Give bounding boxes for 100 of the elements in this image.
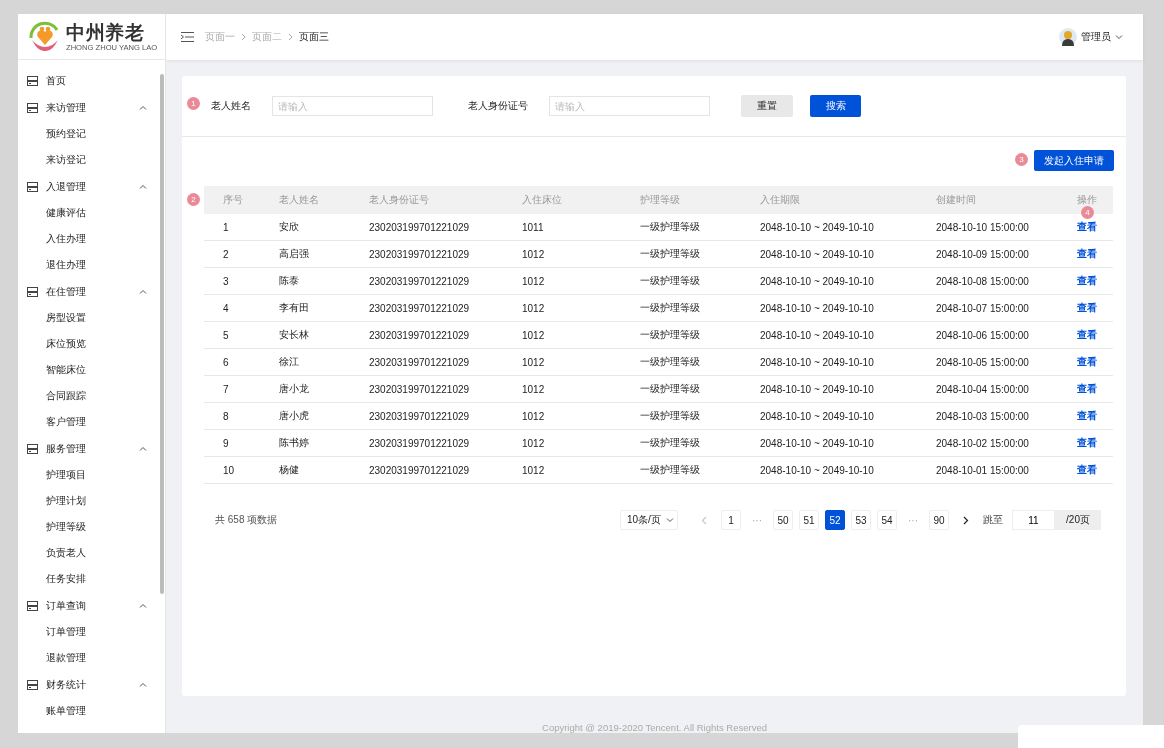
avatar-icon xyxy=(1059,28,1077,46)
sidebar-subitem[interactable]: 合同跟踪 xyxy=(18,383,164,409)
sidebar-subitem[interactable]: 护理计划 xyxy=(18,488,164,514)
page-size-select[interactable]: 10条/页 xyxy=(620,510,678,530)
table-cell: 一级护理等级 xyxy=(640,321,760,349)
sidebar-subitem[interactable]: 护理项目 xyxy=(18,462,164,488)
table-cell: 2048-10-10 ~ 2049-10-10 xyxy=(760,348,936,376)
column-header: 序号 xyxy=(204,186,279,214)
menu-fold-icon[interactable] xyxy=(181,32,194,42)
input-field[interactable]: 请输入 xyxy=(549,96,710,116)
sidebar-subitem[interactable]: 入住办理 xyxy=(18,226,164,252)
sidebar-subitem[interactable]: 负责老人 xyxy=(18,540,164,566)
view-link[interactable]: 查看 xyxy=(1077,302,1097,313)
table-cell: 1012 xyxy=(522,294,640,322)
apply-button[interactable]: 发起入住申请 xyxy=(1034,150,1114,171)
table-cell: 230203199701221029 xyxy=(369,348,522,376)
sidebar-subitem[interactable]: 智能床位 xyxy=(18,357,164,383)
table-cell: 一级护理等级 xyxy=(640,429,760,457)
table-cell: 1012 xyxy=(522,402,640,430)
input-field[interactable]: 请输入 xyxy=(272,96,433,116)
view-link[interactable]: 查看 xyxy=(1077,248,1097,259)
table-cell: 1012 xyxy=(522,456,640,484)
jump-label: 跳至 xyxy=(983,513,1003,527)
search-button[interactable]: 搜索 xyxy=(810,95,861,117)
table-cell: 230203199701221029 xyxy=(369,294,522,322)
sidebar-subitem[interactable]: 护理等级 xyxy=(18,514,164,540)
table-cell: 一级护理等级 xyxy=(640,294,760,322)
sidebar-subitem[interactable]: 床位预览 xyxy=(18,331,164,357)
page-button[interactable]: 1 xyxy=(721,510,741,530)
table-cell: 一级护理等级 xyxy=(640,375,760,403)
table-cell: 安长林 xyxy=(279,321,369,349)
view-link[interactable]: 查看 xyxy=(1077,383,1097,394)
next-page-icon[interactable] xyxy=(963,515,969,525)
table-cell: 5 xyxy=(204,321,279,349)
sidebar-subitem[interactable]: 客户管理 xyxy=(18,409,164,435)
table-cell: 2048-10-06 15:00:00 xyxy=(936,321,1077,349)
copyright: Copyright @ 2019-2020 Tencent. All Rights Reserved xyxy=(541,721,768,733)
sidebar-item[interactable]: 在住管理 xyxy=(18,278,164,305)
table-cell: 唐小虎 xyxy=(279,402,369,430)
sidebar-subitem[interactable]: 账单管理 xyxy=(18,698,164,724)
view-link[interactable]: 查看 xyxy=(1077,356,1097,367)
table-cell: 高启强 xyxy=(279,240,369,268)
sidebar-subitem[interactable]: 订单管理 xyxy=(18,619,164,645)
column-header: 护理等级 xyxy=(640,186,760,214)
sidebar-subitem[interactable]: 退住办理 xyxy=(18,252,164,278)
table-cell: 6 xyxy=(204,348,279,376)
sidebar-subitem[interactable]: 预约登记 xyxy=(18,121,164,147)
table-cell: 1012 xyxy=(522,321,640,349)
stack-icon xyxy=(27,286,38,297)
view-link[interactable]: 查看 xyxy=(1077,437,1097,448)
view-link[interactable]: 查看 xyxy=(1077,275,1097,286)
column-header: 入住床位 xyxy=(522,186,640,214)
sidebar-subitem[interactable]: 健康评估 xyxy=(18,200,164,226)
logo-title: 中州养老 xyxy=(66,21,145,43)
view-link[interactable]: 查看 xyxy=(1077,329,1097,340)
table-cell: 2048-10-10 ~ 2049-10-10 xyxy=(760,267,936,295)
sidebar-item[interactable]: 来访管理 xyxy=(18,94,164,121)
table-cell: 杨健 xyxy=(279,456,369,484)
table-cell: 2048-10-10 ~ 2049-10-10 xyxy=(760,375,936,403)
sidebar-subitem[interactable]: 退款管理 xyxy=(18,645,164,671)
breadcrumb: 页面三 xyxy=(299,30,329,44)
sidebar-subitem[interactable]: 房型设置 xyxy=(18,305,164,331)
sidebar-subitem[interactable]: 任务安排 xyxy=(18,566,164,592)
step-badge: 3 xyxy=(1015,153,1028,166)
table-cell: 1012 xyxy=(522,375,640,403)
table-cell: 1 xyxy=(204,214,279,241)
table-cell: 徐江 xyxy=(279,348,369,376)
page-button[interactable]: 54 xyxy=(877,510,897,530)
sidebar-item[interactable]: 服务管理 xyxy=(18,435,164,462)
user-name[interactable]: 管理员 xyxy=(1081,30,1111,44)
page-button[interactable]: 53 xyxy=(851,510,871,530)
table-cell: 230203199701221029 xyxy=(369,267,522,295)
sidebar-item[interactable]: 首页 xyxy=(18,67,164,94)
sidebar-item[interactable]: 财务统计 xyxy=(18,671,164,698)
column-header: 创建时间 xyxy=(936,186,1077,214)
reset-button[interactable]: 重置 xyxy=(741,95,793,117)
page-jump-field[interactable]: 11 xyxy=(1012,510,1055,530)
table-cell: 2048-10-01 15:00:00 xyxy=(936,456,1077,484)
page-button[interactable]: 90 xyxy=(929,510,949,530)
view-link[interactable]: 查看 xyxy=(1077,221,1097,232)
page-button[interactable]: 51 xyxy=(799,510,819,530)
chevron-icon xyxy=(665,517,674,523)
scrollbar[interactable] xyxy=(160,74,164,594)
table-cell: 1012 xyxy=(522,348,640,376)
table-cell: 230203199701221029 xyxy=(369,456,522,484)
table-cell: 陈泰 xyxy=(279,267,369,295)
sidebar-subitem[interactable]: 来访登记 xyxy=(18,147,164,173)
sidebar-item[interactable]: 订单查询 xyxy=(18,592,164,619)
table-cell: 2048-10-08 15:00:00 xyxy=(936,267,1077,295)
sidebar-item[interactable]: 入退管理 xyxy=(18,173,164,200)
chevron-icon xyxy=(1115,34,1123,40)
table-cell: 1012 xyxy=(522,429,640,457)
page-button[interactable]: 52 xyxy=(825,510,845,530)
view-link[interactable]: 查看 xyxy=(1077,464,1097,475)
chevron-icon xyxy=(241,33,246,41)
view-link[interactable]: 查看 xyxy=(1077,410,1097,421)
column-header: 老人身份证号 xyxy=(369,186,522,214)
table-cell: 一级护理等级 xyxy=(640,348,760,376)
page-button[interactable]: 50 xyxy=(773,510,793,530)
table-cell: 2048-10-10 15:00:00 xyxy=(936,214,1077,241)
